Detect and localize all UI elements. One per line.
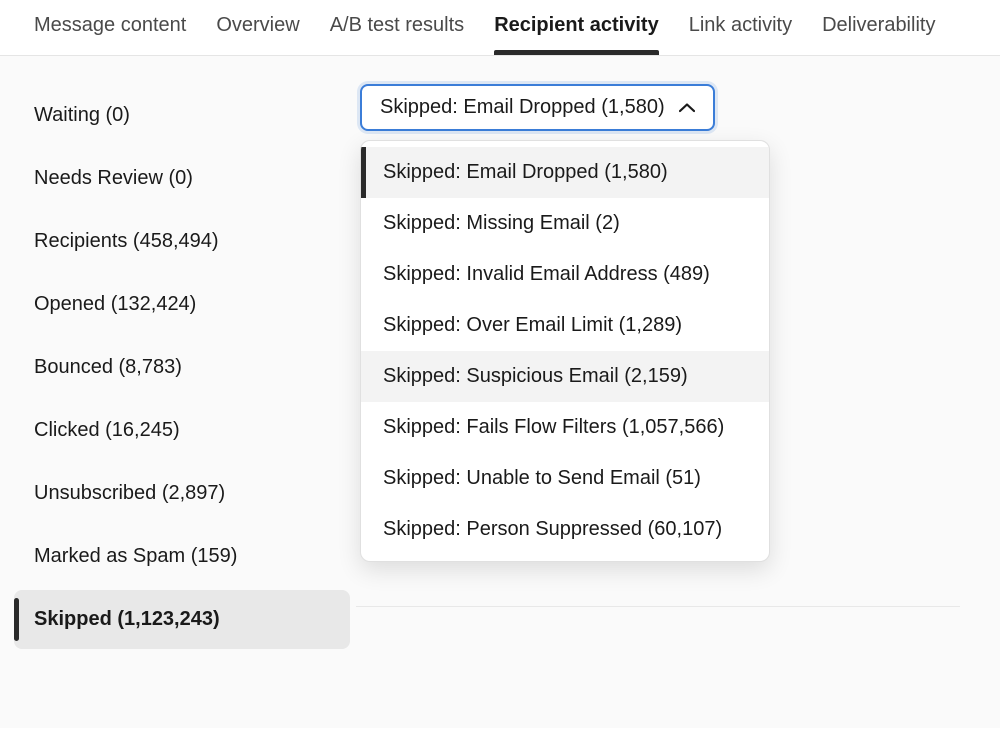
dropdown-option-over-email-limit[interactable]: Skipped: Over Email Limit (1,289)	[361, 300, 769, 351]
sidebar-item-label: Unsubscribed (2,897)	[34, 482, 225, 504]
dropdown-option-suspicious-email[interactable]: Skipped: Suspicious Email (2,159)	[361, 351, 769, 402]
tab-label: Message content	[34, 14, 186, 36]
chevron-up-icon	[679, 103, 695, 113]
tab-label: Recipient activity	[494, 14, 659, 36]
sidebar-item-recipients[interactable]: Recipients (458,494)	[14, 212, 350, 271]
tab-overview[interactable]: Overview	[216, 14, 299, 55]
dropdown-option-label: Skipped: Unable to Send Email (51)	[383, 467, 701, 489]
dropdown-option-label: Skipped: Suspicious Email (2,159)	[383, 365, 688, 387]
sidebar-item-label: Marked as Spam (159)	[34, 545, 237, 567]
sidebar-item-clicked[interactable]: Clicked (16,245)	[14, 401, 350, 460]
tab-ab-test-results[interactable]: A/B test results	[330, 14, 465, 55]
recipient-email-link[interactable]: truongbrandin@gmail.co	[390, 584, 586, 605]
skipped-filter-dropdown: Skipped: Email Dropped (1,580) Skipped: …	[360, 84, 715, 131]
dropdown-menu: Skipped: Email Dropped (1,580) Skipped: …	[360, 140, 770, 562]
content-area: Waiting (0) Needs Review (0) Recipients …	[0, 56, 1000, 728]
dropdown-trigger[interactable]: Skipped: Email Dropped (1,580)	[360, 84, 715, 131]
tab-deliverability[interactable]: Deliverability	[822, 14, 935, 55]
dropdown-option-label: Skipped: Email Dropped (1,580)	[383, 161, 668, 183]
sidebar-item-label: Clicked (16,245)	[34, 419, 180, 441]
sidebar-item-unsubscribed[interactable]: Unsubscribed (2,897)	[14, 464, 350, 523]
sidebar-item-waiting[interactable]: Waiting (0)	[14, 86, 350, 145]
tab-label: A/B test results	[330, 14, 465, 36]
dropdown-option-label: Skipped: Over Email Limit (1,289)	[383, 314, 682, 336]
tab-label: Link activity	[689, 14, 792, 36]
main-panel: truongbrandin@gmail.co Skipped: Email Dr…	[350, 56, 1000, 728]
sidebar-item-skipped[interactable]: Skipped (1,123,243)	[14, 590, 350, 649]
dropdown-option-fails-flow-filters[interactable]: Skipped: Fails Flow Filters (1,057,566)	[361, 402, 769, 453]
dropdown-option-label: Skipped: Person Suppressed (60,107)	[383, 518, 722, 540]
sidebar-item-bounced[interactable]: Bounced (8,783)	[14, 338, 350, 397]
sidebar-item-needs-review[interactable]: Needs Review (0)	[14, 149, 350, 208]
dropdown-option-label: Skipped: Missing Email (2)	[383, 212, 620, 234]
tab-recipient-activity[interactable]: Recipient activity	[494, 14, 659, 55]
sidebar-item-label: Opened (132,424)	[34, 293, 196, 315]
dropdown-option-invalid-email[interactable]: Skipped: Invalid Email Address (489)	[361, 249, 769, 300]
dropdown-selected-label: Skipped: Email Dropped (1,580)	[380, 96, 665, 119]
dropdown-option-label: Skipped: Invalid Email Address (489)	[383, 263, 710, 285]
sidebar: Waiting (0) Needs Review (0) Recipients …	[0, 56, 350, 728]
dropdown-option-email-dropped[interactable]: Skipped: Email Dropped (1,580)	[361, 147, 769, 198]
sidebar-item-label: Waiting (0)	[34, 104, 130, 126]
sidebar-item-opened[interactable]: Opened (132,424)	[14, 275, 350, 334]
tab-label: Overview	[216, 14, 299, 36]
tab-link-activity[interactable]: Link activity	[689, 14, 792, 55]
sidebar-item-marked-as-spam[interactable]: Marked as Spam (159)	[14, 527, 350, 586]
tab-message-content[interactable]: Message content	[34, 14, 186, 55]
dropdown-option-unable-to-send[interactable]: Skipped: Unable to Send Email (51)	[361, 453, 769, 504]
tab-label: Deliverability	[822, 14, 935, 36]
dropdown-option-person-suppressed[interactable]: Skipped: Person Suppressed (60,107)	[361, 504, 769, 555]
tab-bar: Message content Overview A/B test result…	[0, 0, 1000, 56]
sidebar-item-label: Recipients (458,494)	[34, 230, 219, 252]
dropdown-option-missing-email[interactable]: Skipped: Missing Email (2)	[361, 198, 769, 249]
row-divider	[356, 606, 960, 607]
sidebar-item-label: Bounced (8,783)	[34, 356, 182, 378]
dropdown-option-label: Skipped: Fails Flow Filters (1,057,566)	[383, 416, 724, 438]
sidebar-item-label: Skipped (1,123,243)	[34, 608, 220, 630]
sidebar-item-label: Needs Review (0)	[34, 167, 193, 189]
